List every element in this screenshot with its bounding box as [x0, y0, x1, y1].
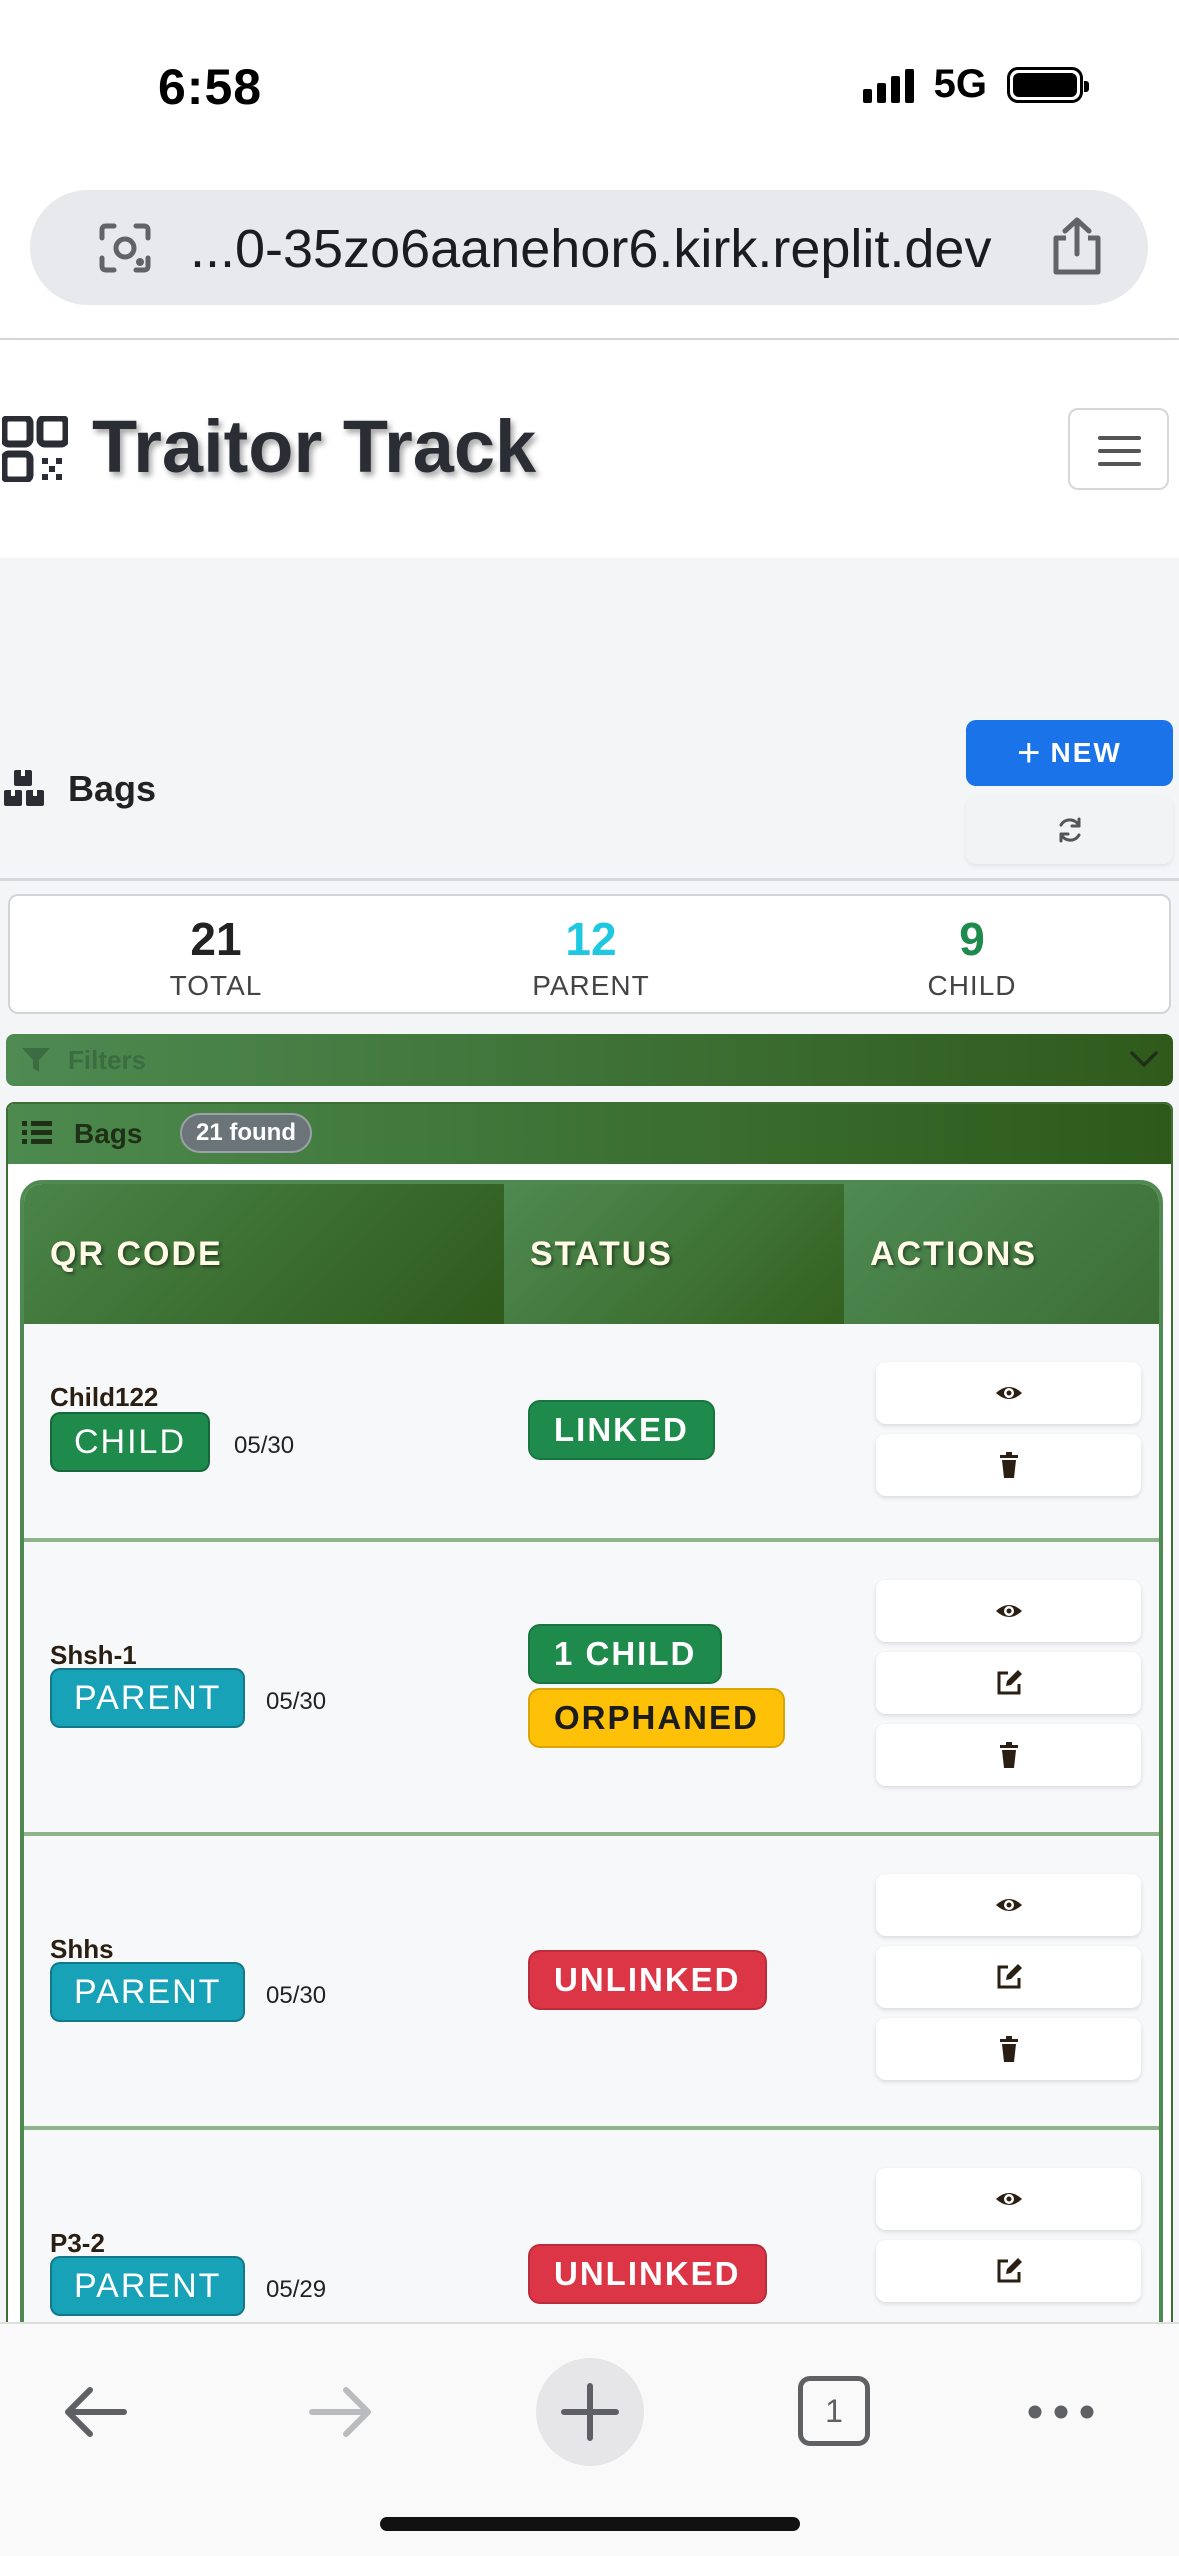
plus-icon: +	[1017, 731, 1043, 775]
found-count-badge: 21 found	[180, 1113, 312, 1153]
trash-icon	[999, 1452, 1018, 1478]
edit-icon	[997, 2258, 1022, 2283]
edit-button[interactable]	[876, 1946, 1141, 2008]
delete-button[interactable]	[876, 1434, 1141, 1496]
status-time: 6:58	[158, 59, 263, 115]
status-indicators: 5G	[862, 62, 1089, 107]
table-row[interactable]: Child122 CHILD 05/30 LINKED	[24, 1324, 1159, 1542]
plus-icon	[561, 2383, 619, 2441]
stat-child-label: CHILD	[927, 970, 1017, 1001]
stat-parent-label: PARENT	[532, 970, 650, 1001]
eye-icon	[995, 2193, 1022, 2205]
filters-toggle[interactable]: Filters	[6, 1034, 1173, 1086]
view-button[interactable]	[876, 1580, 1141, 1642]
bags-list-panel: Bags 21 found QR CODE STATUS ACTIONS Chi…	[6, 1102, 1173, 2362]
address-bar[interactable]: ...0-35zo6aanehor6.kirk.replit.dev	[30, 190, 1148, 305]
delete-button[interactable]	[876, 1724, 1141, 1786]
bag-date: 05/29	[266, 2276, 327, 2303]
eye-icon	[995, 1605, 1022, 1617]
filters-label: Filters	[68, 1045, 147, 1075]
edit-button[interactable]	[876, 1652, 1141, 1714]
new-button-label: NEW	[1050, 737, 1122, 768]
chevron-down-icon	[1130, 1051, 1158, 1067]
status-badge: LINKED	[528, 1400, 715, 1460]
new-tab-button[interactable]	[536, 2358, 644, 2466]
home-indicator[interactable]	[380, 2517, 800, 2531]
camera-search-icon[interactable]	[96, 220, 154, 276]
menu-toggle-button[interactable]	[1068, 408, 1169, 490]
bag-date: 05/30	[266, 1688, 327, 1715]
bags-list-title: Bags	[74, 1118, 143, 1149]
bag-date: 05/30	[266, 1982, 327, 2009]
tab-switcher-button[interactable]: 1	[798, 2376, 870, 2446]
view-button[interactable]	[876, 1362, 1141, 1424]
bags-table: QR CODE STATUS ACTIONS Child122 CHILD 05…	[20, 1180, 1163, 2360]
table-row[interactable]: Shsh-1 PARENT 05/30 1 CHILD ORPHANED	[24, 1542, 1159, 1836]
qr-code-text: Child122	[50, 1382, 159, 1412]
status-bar: 6:58 5G	[0, 0, 1179, 170]
stat-total-value: 21	[190, 913, 242, 965]
edit-icon	[997, 1670, 1022, 1695]
qr-code-text: Shsh-1	[50, 1640, 137, 1670]
table-row[interactable]: Shhs PARENT 05/30 UNLINKED	[24, 1836, 1159, 2130]
orphaned-badge: ORPHANED	[528, 1688, 785, 1748]
table-header: QR CODE STATUS ACTIONS	[24, 1184, 1159, 1324]
network-type: 5G	[933, 62, 987, 106]
trash-icon	[999, 1742, 1018, 1768]
qr-code-icon[interactable]	[2, 416, 68, 482]
more-icon[interactable]	[1026, 2402, 1096, 2422]
stat-child-value: 9	[959, 913, 985, 965]
battery-icon	[1007, 66, 1089, 103]
column-header-actions: ACTIONS	[844, 1184, 1159, 1324]
edit-button[interactable]	[876, 2240, 1141, 2302]
view-button[interactable]	[876, 1874, 1141, 1936]
stat-parent: 12 PARENT	[441, 912, 741, 1002]
forward-arrow-icon[interactable]	[306, 2382, 376, 2442]
view-button[interactable]	[876, 2168, 1141, 2230]
share-icon[interactable]	[1048, 216, 1106, 278]
refresh-icon	[1059, 817, 1080, 843]
stat-parent-value: 12	[565, 913, 617, 965]
column-header-status[interactable]: STATUS	[504, 1184, 844, 1324]
bag-type-badge: PARENT	[50, 1962, 246, 2022]
refresh-button[interactable]	[966, 796, 1173, 864]
divider	[0, 878, 1179, 881]
column-header-qr[interactable]: QR CODE	[24, 1184, 504, 1324]
bag-type-badge: CHILD	[50, 1412, 211, 1472]
qr-code-text: Shhs	[50, 1934, 114, 1964]
list-icon	[22, 1121, 52, 1144]
delete-button[interactable]	[876, 2018, 1141, 2080]
bag-type-badge: PARENT	[50, 1668, 246, 1728]
back-arrow-icon[interactable]	[60, 2382, 130, 2442]
signal-icon	[862, 67, 914, 103]
bag-date: 05/30	[234, 1432, 295, 1459]
status-badge: UNLINKED	[528, 2244, 767, 2304]
child-count-badge: 1 CHILD	[528, 1624, 723, 1684]
stats-card: 21 TOTAL 12 PARENT 9 CHILD	[8, 894, 1171, 1014]
status-badge: UNLINKED	[528, 1950, 767, 2010]
stat-total: 21 TOTAL	[66, 912, 366, 1002]
brand-title[interactable]: Traitor Track	[92, 404, 536, 489]
eye-icon	[995, 1387, 1022, 1399]
stat-total-label: TOTAL	[169, 970, 263, 1001]
trash-icon	[999, 2036, 1018, 2062]
stat-child: 9 CHILD	[822, 912, 1122, 1002]
page-title: Bags	[68, 768, 157, 809]
filter-icon	[22, 1048, 50, 1072]
qr-code-text: P3-2	[50, 2228, 105, 2258]
bag-type-badge: PARENT	[50, 2256, 246, 2316]
new-bag-button[interactable]: + NEW	[966, 720, 1173, 786]
boxes-icon	[4, 770, 44, 806]
url-text[interactable]: ...0-35zo6aanehor6.kirk.replit.dev	[190, 218, 991, 280]
edit-icon	[997, 1964, 1022, 1989]
eye-icon	[995, 1899, 1022, 1911]
bags-list-header: Bags 21 found	[8, 1104, 1171, 1164]
